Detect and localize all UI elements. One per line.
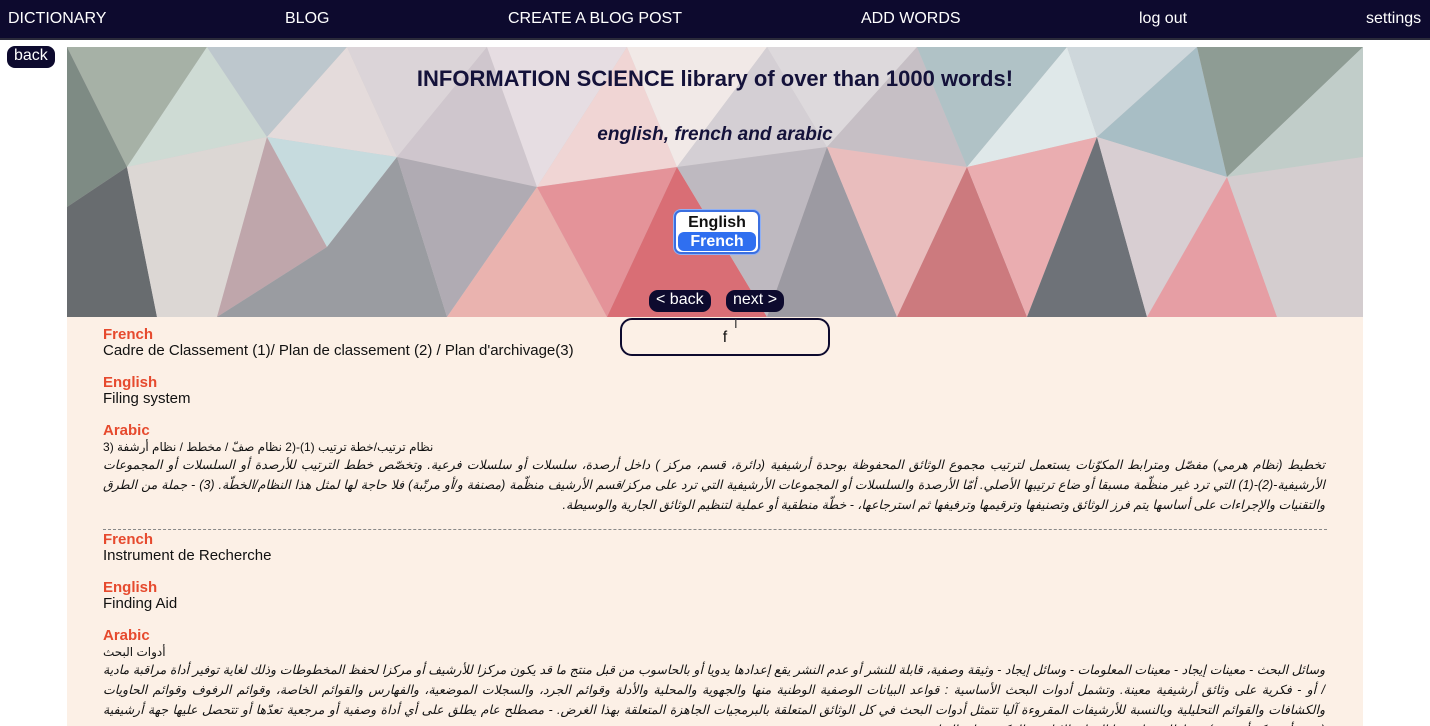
english-label: English xyxy=(103,579,158,596)
page-title: INFORMATION SCIENCE library of over than… xyxy=(416,66,1014,91)
word-entry: French Instrument de Recherche English F… xyxy=(103,531,1327,726)
nav-add-words-link[interactable]: ADD WORDS xyxy=(861,10,961,28)
arabic-term: أدوات البحث xyxy=(103,645,166,659)
language-option-french[interactable]: French xyxy=(678,232,756,251)
nav-dictionary-link[interactable]: DICTIONARY xyxy=(8,10,106,28)
arabic-label: Arabic xyxy=(103,627,150,644)
nav-settings-link[interactable]: settings xyxy=(1366,10,1421,28)
search-input[interactable]: f xyxy=(620,318,830,356)
nav-create-blog-post-link[interactable]: CREATE A BLOG POST xyxy=(508,10,682,28)
arabic-definition: وسائل البحث - معينات إيجاد - معينات المع… xyxy=(103,663,1325,726)
arabic-term: نظام ترتيب/خطة ترتيب (1)-(2 نظام صفّ / م… xyxy=(103,440,434,454)
next-page-button[interactable]: next > xyxy=(726,290,785,312)
previous-page-button[interactable]: < back xyxy=(649,290,711,312)
french-term: Instrument de Recherche xyxy=(103,547,272,564)
top-navigation-bar: DICTIONARY BLOG CREATE A BLOG POST ADD W… xyxy=(0,0,1430,40)
entry-divider xyxy=(103,529,1327,530)
arabic-label: Arabic xyxy=(103,422,150,439)
back-button[interactable]: back xyxy=(7,46,55,68)
page-subtitle: english, french and arabic xyxy=(597,124,833,145)
language-select[interactable]: English French xyxy=(674,210,760,254)
english-term: Finding Aid xyxy=(103,595,178,612)
word-list: French Cadre de Classement (1)/ Plan de … xyxy=(67,317,1363,726)
nav-logout-link[interactable]: log out xyxy=(1139,10,1187,28)
english-label: English xyxy=(103,374,158,391)
arabic-definition: تخطيط (نظام هرمي) مفصّل ومترابط المكوّنا… xyxy=(103,458,1326,512)
text-cursor-icon: I xyxy=(734,316,738,331)
french-label: French xyxy=(103,531,154,548)
language-option-english[interactable]: English xyxy=(678,213,756,232)
english-term: Filing system xyxy=(103,390,191,407)
hero-banner: INFORMATION SCIENCE library of over than… xyxy=(67,47,1363,317)
nav-blog-link[interactable]: BLOG xyxy=(285,10,329,28)
